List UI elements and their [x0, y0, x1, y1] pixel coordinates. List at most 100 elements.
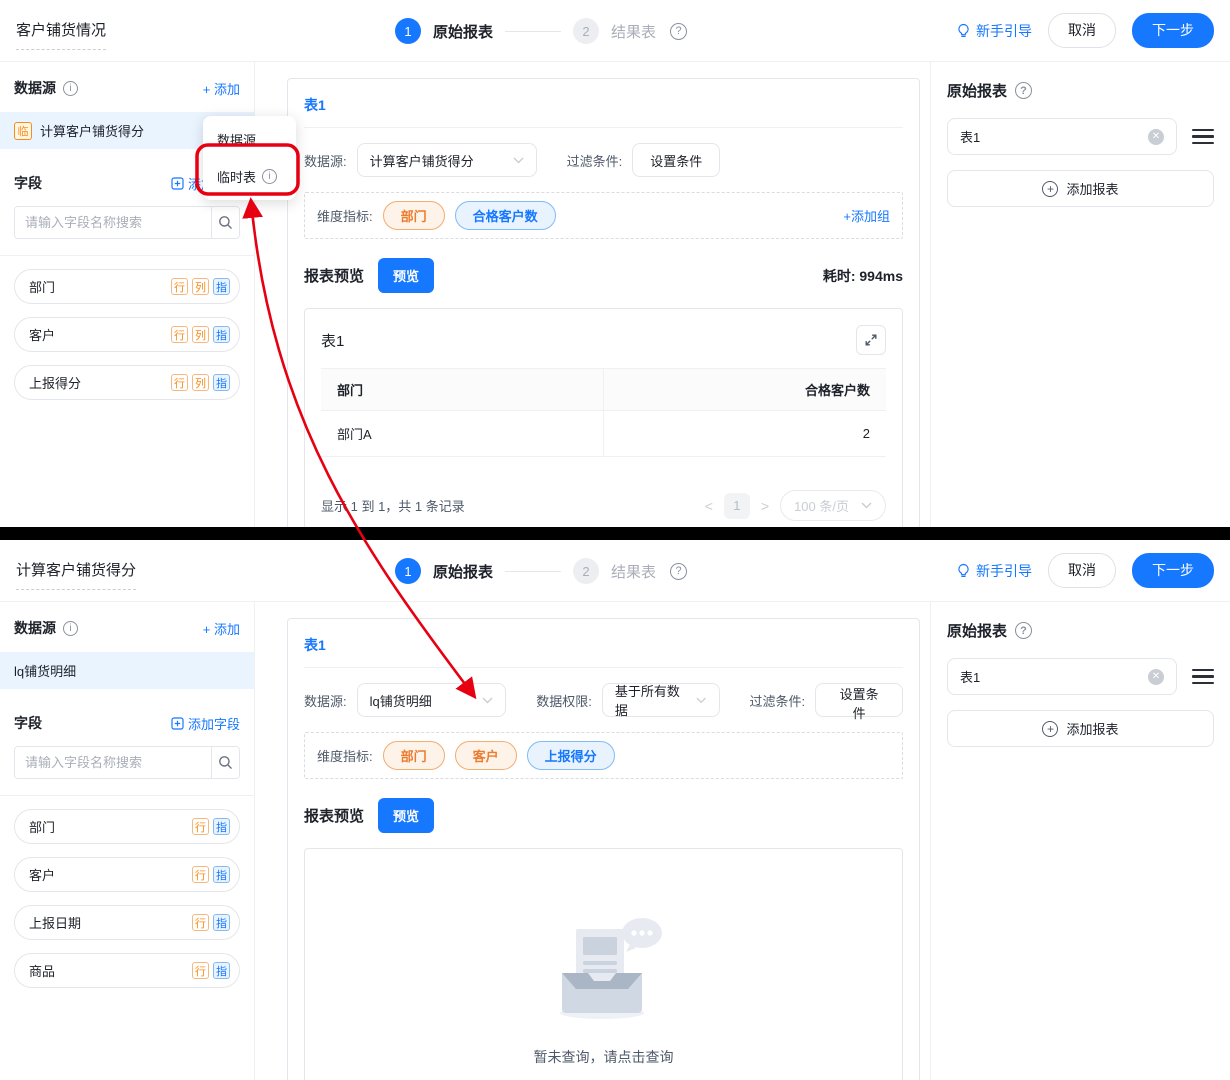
beginner-guide-link[interactable]: 新手引导	[956, 561, 1032, 581]
dimensions-metrics-zone[interactable]: 维度指标: 部门 合格客户数 +添加组	[304, 192, 903, 239]
row-badge: 行	[192, 866, 209, 883]
page-title: 客户铺货情况	[16, 19, 107, 50]
menu-item-datasource[interactable]: 数据源	[203, 121, 296, 158]
help-icon[interactable]: ?	[670, 562, 688, 580]
cancel-button[interactable]: 取消	[1048, 13, 1116, 48]
field-item[interactable]: 商品 行 指	[14, 953, 240, 988]
add-field-link[interactable]: 添加字段	[171, 714, 240, 733]
divider	[0, 255, 254, 256]
main-area-bottom: 表1 数据源: lq铺货明细 数据权限: 基于所有数据 过滤条件: 设置条件 维…	[255, 602, 930, 1080]
clear-icon[interactable]: ✕	[1148, 128, 1164, 145]
info-icon[interactable]: i	[63, 620, 78, 636]
fullscreen-button[interactable]	[856, 325, 886, 355]
dimension-pill[interactable]: 部门	[382, 201, 445, 230]
dims-label: 维度指标:	[317, 209, 373, 224]
add-datasource-link[interactable]: + 添加	[203, 79, 240, 98]
screenshot-top-section: 客户铺货情况 1 原始报表 2 结果表 ? 新手引导 取消 下一步 数据源 i …	[0, 0, 1230, 527]
datasource-item-label: lq铺货明细	[14, 664, 77, 679]
preview-heading: 报表预览	[304, 808, 365, 825]
lightbulb-icon	[958, 23, 969, 37]
column-header: 部门	[321, 368, 604, 411]
report-name-input[interactable]	[960, 129, 1148, 144]
datasource-select[interactable]: lq铺货明细	[356, 683, 507, 717]
permission-label: 数据权限:	[536, 693, 592, 709]
field-item[interactable]: 客户 行 列 指	[14, 317, 240, 352]
header-top: 客户铺货情况 1 原始报表 2 结果表 ? 新手引导 取消 下一步	[0, 0, 1230, 62]
chevron-down-icon	[482, 697, 493, 703]
lightbulb-icon	[958, 563, 969, 577]
page-number[interactable]: 1	[723, 492, 750, 519]
report-name-input[interactable]	[960, 669, 1148, 684]
search-button[interactable]	[211, 747, 239, 778]
panel-heading: 原始报表	[947, 623, 1008, 640]
dimension-pill[interactable]: 客户	[454, 741, 517, 770]
row-badge: 行	[192, 962, 209, 979]
step-2-label: 结果表	[611, 563, 657, 581]
menu-icon[interactable]	[1192, 668, 1214, 685]
add-report-button[interactable]: + 添加报表	[947, 170, 1214, 207]
cancel-button[interactable]: 取消	[1048, 553, 1116, 588]
field-item[interactable]: 上报日期 行 指	[14, 905, 240, 940]
menu-icon[interactable]	[1192, 128, 1214, 145]
add-datasource-menu: 数据源 临时表 i	[203, 116, 296, 200]
page-size-select[interactable]: 100 条/页	[780, 490, 886, 521]
add-group-link[interactable]: +添加组	[843, 206, 890, 225]
datasource-select[interactable]: 计算客户铺货得分	[356, 143, 537, 177]
field-search-input[interactable]	[15, 207, 211, 238]
row-badge: 行	[171, 326, 188, 343]
metric-pill[interactable]: 上报得分	[526, 741, 615, 770]
elapsed-time: 耗时: 994ms	[822, 267, 903, 284]
info-icon[interactable]: i	[63, 80, 78, 96]
column-header: 合格客户数	[603, 368, 886, 411]
report-name-field[interactable]: ✕	[947, 118, 1177, 155]
metric-pill[interactable]: 合格客户数	[454, 201, 556, 230]
add-report-button[interactable]: + 添加报表	[947, 710, 1214, 747]
report-tab-title: 表1	[304, 635, 903, 668]
preview-card: 表1 部门 合格客户数 部门A 2 显示 1 到 1，共 1 条记录 < 1 >…	[304, 308, 903, 527]
beginner-guide-link[interactable]: 新手引导	[956, 21, 1032, 41]
row-badge: 行	[171, 278, 188, 295]
fields-heading: 字段	[14, 175, 42, 191]
add-datasource-link[interactable]: + 添加	[203, 619, 240, 638]
report-name-field[interactable]: ✕	[947, 658, 1177, 695]
field-item[interactable]: 客户 行 指	[14, 857, 240, 892]
row-badge: 行	[192, 914, 209, 931]
field-item[interactable]: 部门 行 列 指	[14, 269, 240, 304]
help-icon[interactable]: ?	[1015, 622, 1033, 639]
field-item[interactable]: 部门 行 指	[14, 809, 240, 844]
permission-select[interactable]: 基于所有数据	[601, 683, 720, 718]
filter-label: 过滤条件:	[749, 693, 806, 709]
column-badge: 列	[192, 278, 209, 295]
add-field-icon	[171, 716, 184, 730]
datasource-item-selected[interactable]: lq铺货明细	[0, 652, 254, 689]
set-filter-button[interactable]: 设置条件	[815, 683, 903, 721]
metric-badge: 指	[213, 914, 230, 931]
column-badge: 列	[192, 374, 209, 391]
menu-item-temp-table[interactable]: 临时表 i	[203, 158, 296, 195]
next-step-button[interactable]: 下一步	[1132, 553, 1214, 588]
datasource-heading: 数据源 i	[14, 618, 78, 638]
dimension-pill[interactable]: 部门	[382, 741, 445, 770]
plus-circle-icon: +	[1042, 180, 1059, 197]
field-search	[14, 206, 240, 239]
report-tab-title: 表1	[304, 95, 903, 128]
field-search-input[interactable]	[15, 747, 211, 778]
wizard-stepper: 1 原始报表 2 结果表 ?	[395, 0, 688, 62]
clear-icon[interactable]: ✕	[1148, 668, 1164, 685]
help-icon[interactable]: ?	[1015, 82, 1033, 99]
next-page-icon[interactable]: >	[759, 498, 771, 514]
metric-badge: 指	[213, 818, 230, 835]
wizard-stepper: 1 原始报表 2 结果表 ?	[395, 540, 688, 602]
next-step-button[interactable]: 下一步	[1132, 13, 1214, 48]
preview-button[interactable]: 预览	[378, 258, 435, 293]
step-connector	[505, 30, 562, 32]
dimensions-metrics-zone[interactable]: 维度指标: 部门 客户 上报得分	[304, 732, 903, 779]
divider	[0, 795, 254, 796]
prev-page-icon[interactable]: <	[703, 498, 715, 514]
help-icon[interactable]: ?	[670, 22, 688, 40]
preview-button[interactable]: 预览	[378, 798, 435, 833]
set-filter-button[interactable]: 设置条件	[632, 143, 721, 177]
search-button[interactable]	[211, 207, 239, 238]
search-icon	[219, 756, 232, 769]
field-item[interactable]: 上报得分 行 列 指	[14, 365, 240, 400]
